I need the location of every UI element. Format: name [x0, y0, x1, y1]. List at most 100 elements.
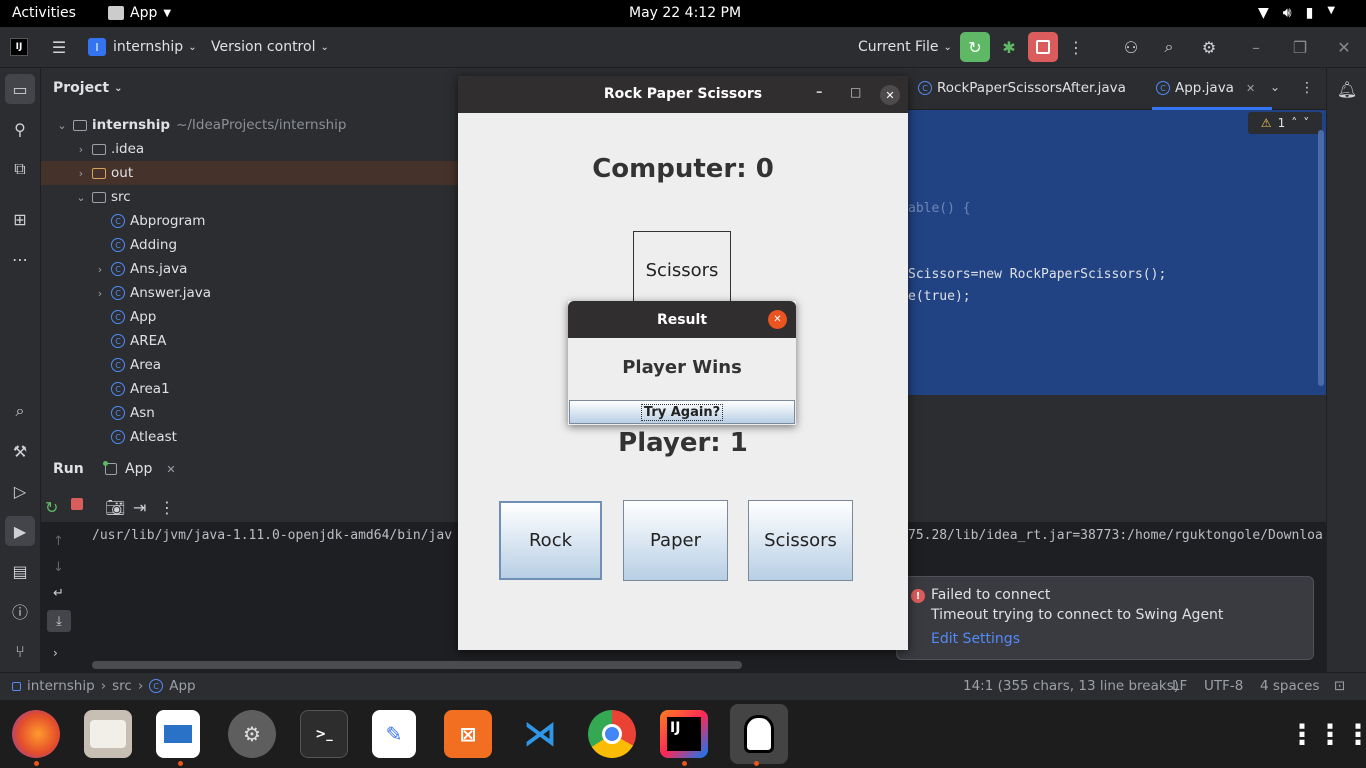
paper-button[interactable]: Paper	[623, 500, 728, 581]
settings-gear-icon[interactable]: ⚙	[228, 710, 276, 758]
more-actions-icon[interactable]: ⋮	[1066, 32, 1086, 62]
intellij-idea-icon[interactable]: IJ	[660, 710, 708, 758]
tree-item[interactable]: C Atleast	[41, 425, 461, 449]
chrome-icon[interactable]	[588, 710, 636, 758]
inspection-widget[interactable]: ⚠ 1 ˄ ˅	[1248, 112, 1322, 134]
build-hammer-icon[interactable]: ⚒	[5, 436, 35, 466]
text-editor-icon[interactable]: ✎	[372, 710, 416, 758]
more-tools-icon[interactable]: ⋯	[5, 244, 35, 274]
chevron-right-icon[interactable]: ›	[93, 263, 107, 276]
chevron-right-icon[interactable]: ›	[93, 287, 107, 300]
libreoffice-writer-icon[interactable]	[156, 710, 200, 758]
run-panel-title[interactable]: Run	[53, 461, 84, 477]
search-icon[interactable]: ⌕	[1156, 32, 1182, 62]
version-control-menu[interactable]: Version control ⌄	[211, 32, 329, 62]
rock-button[interactable]: Rock	[499, 501, 602, 580]
terminal-icon[interactable]: ▤	[5, 556, 35, 586]
code-with-me-icon[interactable]: ⚇	[1118, 32, 1144, 62]
lock-icon[interactable]: ⊡	[1334, 678, 1345, 694]
app-menu[interactable]: App ▼	[108, 5, 171, 21]
caret-position[interactable]: 14:1 (355 chars, 13 line breaks)	[963, 678, 1179, 694]
problems-icon[interactable]: ⓘ	[5, 596, 35, 626]
tree-item[interactable]: C AREA	[41, 329, 461, 353]
window-titlebar[interactable]: Rock Paper Scissors – □ ✕	[458, 76, 908, 113]
files-icon[interactable]	[84, 710, 132, 758]
close-icon[interactable]: ✕	[768, 310, 787, 329]
xampp-icon[interactable]: ⊠	[444, 710, 492, 758]
minimize-icon[interactable]: –	[816, 85, 823, 100]
rerun-icon[interactable]: ↻	[960, 32, 990, 62]
tree-item[interactable]: › out	[41, 161, 461, 185]
git-icon[interactable]: ⑂	[5, 636, 35, 666]
project-panel-title[interactable]: Project ⌄	[53, 80, 122, 96]
run-tab-app[interactable]: App ✕	[103, 461, 176, 477]
indent-setting[interactable]: 4 spaces	[1260, 678, 1320, 694]
camera-icon[interactable]: 📷︎	[105, 498, 125, 517]
services-icon[interactable]: ▷	[5, 476, 35, 506]
more-actions-icon[interactable]: ⋮	[159, 498, 175, 517]
chevron-down-icon[interactable]: ⌄	[1270, 80, 1280, 94]
console-horizontal-scrollbar[interactable]	[92, 661, 742, 669]
tab-rockpaperscissorsafter[interactable]: C RockPaperScissorsAfter.java	[918, 80, 1126, 96]
java-app-icon[interactable]	[730, 704, 788, 764]
arrow-up-icon[interactable]: ↑	[53, 534, 64, 549]
tree-item[interactable]: ⌄ internship ~/IdeaProjects/internship	[41, 113, 461, 137]
rerun-icon[interactable]: ↻	[45, 498, 58, 517]
clock[interactable]: May 22 4:12 PM	[629, 5, 741, 21]
tree-item[interactable]: C Asn	[41, 401, 461, 425]
tree-item[interactable]: C Area	[41, 353, 461, 377]
chevron-down-icon[interactable]: ⌄	[74, 191, 88, 204]
scissors-button[interactable]: Scissors	[748, 500, 853, 581]
minimize-icon[interactable]: –	[1246, 32, 1266, 62]
close-icon[interactable]: ✕	[880, 85, 900, 105]
tree-item[interactable]: C Adding	[41, 233, 461, 257]
tree-item[interactable]: › C Answer.java	[41, 281, 461, 305]
dialog-titlebar[interactable]: Result ✕	[568, 301, 796, 338]
activities-button[interactable]: Activities	[12, 5, 76, 21]
chevron-right-icon[interactable]: ›	[53, 646, 58, 660]
tree-item[interactable]: › .idea	[41, 137, 461, 161]
vscode-icon[interactable]: ⋊	[516, 710, 564, 758]
stop-icon[interactable]	[1028, 32, 1058, 62]
notifications-bell-icon[interactable]: 🔔︎	[1332, 74, 1362, 104]
find-icon[interactable]: ⌕	[5, 396, 35, 426]
plugins-icon[interactable]: ⊞	[5, 204, 35, 234]
edit-settings-link[interactable]: Edit Settings	[931, 631, 1020, 647]
main-menu-icon[interactable]: ☰	[48, 32, 70, 62]
settings-gear-icon[interactable]: ⚙	[1196, 32, 1222, 62]
project-selector[interactable]: I internship ⌄	[88, 32, 197, 62]
commit-icon[interactable]: ⧉	[5, 154, 35, 184]
file-encoding[interactable]: UTF-8	[1204, 678, 1243, 694]
close-icon[interactable]: ✕	[166, 463, 175, 476]
soft-wrap-icon[interactable]: ↵	[53, 586, 64, 601]
scroll-to-end-icon[interactable]: ⤓	[47, 610, 71, 632]
run-icon[interactable]: ▶	[5, 516, 35, 546]
show-apps-grid-icon[interactable]: ⋮⋮⋮	[1288, 710, 1366, 758]
close-icon[interactable]: ✕	[1334, 32, 1354, 62]
chevron-right-icon[interactable]: ›	[74, 143, 88, 156]
project-folder-icon[interactable]: ▭	[5, 74, 35, 104]
firefox-icon[interactable]	[12, 710, 60, 758]
system-tray[interactable]: ▼ 🔊︎ ▮ ▼	[1258, 5, 1335, 21]
tree-item[interactable]: C App	[41, 305, 461, 329]
more-actions-icon[interactable]: ⋮	[1300, 80, 1314, 96]
tree-item[interactable]: ⌄ src	[41, 185, 461, 209]
line-separator[interactable]: LF	[1172, 678, 1187, 694]
run-configuration-selector[interactable]: Current File ⌄	[858, 32, 952, 62]
maximize-icon[interactable]: □	[850, 85, 861, 99]
close-icon[interactable]: ✕	[1246, 82, 1255, 95]
exit-icon[interactable]: ⇥	[133, 498, 146, 517]
maximize-icon[interactable]: ❐	[1290, 32, 1310, 62]
try-again-button[interactable]: Try Again?	[569, 400, 795, 424]
terminal-icon[interactable]: >_	[300, 710, 348, 758]
tab-app-java[interactable]: C App.java ✕	[1156, 80, 1255, 96]
chevron-down-icon[interactable]: ⌄	[55, 119, 69, 132]
chevron-right-icon[interactable]: ›	[74, 167, 88, 180]
debug-icon[interactable]: ✱	[996, 32, 1022, 62]
stop-icon[interactable]	[71, 498, 83, 510]
structure-icon[interactable]: ⚲	[5, 114, 35, 144]
editor-scrollbar[interactable]	[1318, 130, 1324, 386]
arrow-down-icon[interactable]: ↓	[53, 560, 64, 575]
code-editor[interactable]: ⚠ 1 ˄ ˅ able() { Scissors=new RockPaperS…	[908, 110, 1326, 395]
tree-item[interactable]: C Area1	[41, 377, 461, 401]
